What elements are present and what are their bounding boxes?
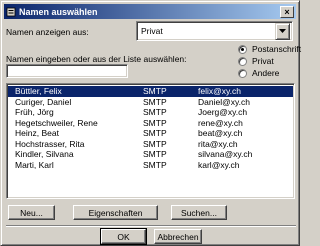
dropdown-button[interactable]: [275, 22, 290, 40]
contact-type: SMTP: [143, 86, 167, 96]
option-other-label: Andere: [252, 68, 280, 78]
contact-name: Hegetschweiler, Rene: [15, 117, 98, 128]
contact-type: SMTP: [143, 159, 167, 170]
properties-button[interactable]: Eigenschaften: [73, 205, 158, 220]
contact-name: Früh, Jörg: [15, 107, 54, 117]
address-book-icon: [6, 7, 16, 17]
contact-row[interactable]: Büttler, Felix SMTP felix@xy.ch: [8, 86, 293, 97]
contact-type: SMTP: [143, 149, 167, 159]
contact-email: rene@xy.ch: [198, 117, 243, 128]
address-list-dropdown[interactable]: Privat: [136, 21, 293, 41]
option-postal-address[interactable]: Postanschrift: [238, 44, 301, 54]
contact-name: Büttler, Felix: [15, 86, 62, 96]
contact-row[interactable]: Curiger, Daniel SMTP Daniel@xy.ch: [8, 97, 293, 108]
radio-other[interactable]: [238, 68, 247, 78]
contact-type: SMTP: [143, 117, 167, 128]
address-list-value: Privat: [141, 26, 163, 36]
contact-row[interactable]: Kindler, Silvana SMTP silvana@xy.ch: [8, 149, 293, 160]
contacts-rows: Büttler, Felix SMTP felix@xy.ch Curiger, Da…: [7, 84, 294, 170]
contact-row[interactable]: Früh, Jörg SMTP Joerg@xy.ch: [8, 107, 293, 118]
close-icon: ×: [284, 6, 290, 17]
title-bar[interactable]: Namen auswählen ×: [4, 4, 296, 19]
contact-type: SMTP: [143, 138, 167, 149]
contact-email: karl@xy.ch: [198, 159, 240, 170]
contacts-list[interactable]: Büttler, Felix SMTP felix@xy.ch Curiger, Da…: [6, 83, 295, 199]
option-other[interactable]: Andere: [238, 68, 279, 78]
contact-type: SMTP: [143, 107, 167, 117]
name-search-input[interactable]: [6, 64, 128, 78]
option-private[interactable]: Privat: [238, 56, 274, 66]
radio-private[interactable]: [238, 56, 247, 66]
contact-email: silvana@xy.ch: [198, 149, 253, 159]
contact-name: Hochstrasser, Rita: [15, 138, 85, 149]
contact-email: Joerg@xy.ch: [198, 107, 248, 117]
ok-button[interactable]: OK: [100, 228, 147, 245]
contact-row[interactable]: Marti, Karl SMTP karl@xy.ch: [8, 160, 293, 171]
contact-type: SMTP: [143, 96, 167, 107]
contact-email: beat@xy.ch: [198, 128, 243, 138]
contact-row[interactable]: Hochstrasser, Rita SMTP rita@xy.ch: [8, 139, 293, 150]
close-button[interactable]: ×: [280, 5, 294, 18]
contact-email: Daniel@xy.ch: [198, 96, 250, 107]
contact-name: Heinz, Beat: [15, 128, 59, 138]
contact-name: Curiger, Daniel: [15, 96, 72, 107]
contact-row[interactable]: Hegetschweiler, Rene SMTP rene@xy.ch: [8, 118, 293, 129]
contact-type: SMTP: [143, 128, 167, 138]
chevron-down-icon: [279, 29, 286, 33]
radio-postal-address[interactable]: [238, 44, 247, 54]
option-private-label: Privat: [252, 56, 274, 66]
dialog-window: Namen auswählen × Namen anzeigen aus: Pr…: [0, 0, 301, 246]
new-button[interactable]: Neu...: [8, 205, 55, 220]
option-postal-address-label: Postanschrift: [252, 44, 302, 54]
contact-name: Marti, Karl: [15, 159, 54, 170]
contact-row[interactable]: Heinz, Beat SMTP beat@xy.ch: [8, 128, 293, 139]
window-title: Namen auswählen: [19, 6, 98, 17]
show-names-label: Namen anzeigen aus:: [6, 27, 89, 37]
cancel-button[interactable]: Abbrechen: [154, 229, 202, 244]
search-label: Namen eingeben oder aus der Liste auswäh…: [6, 54, 187, 64]
contact-name: Kindler, Silvana: [15, 149, 74, 159]
contact-email: rita@xy.ch: [198, 138, 238, 149]
contact-email: felix@xy.ch: [198, 86, 241, 96]
search-button[interactable]: Suchen...: [171, 205, 227, 220]
button-divider: [6, 225, 296, 227]
